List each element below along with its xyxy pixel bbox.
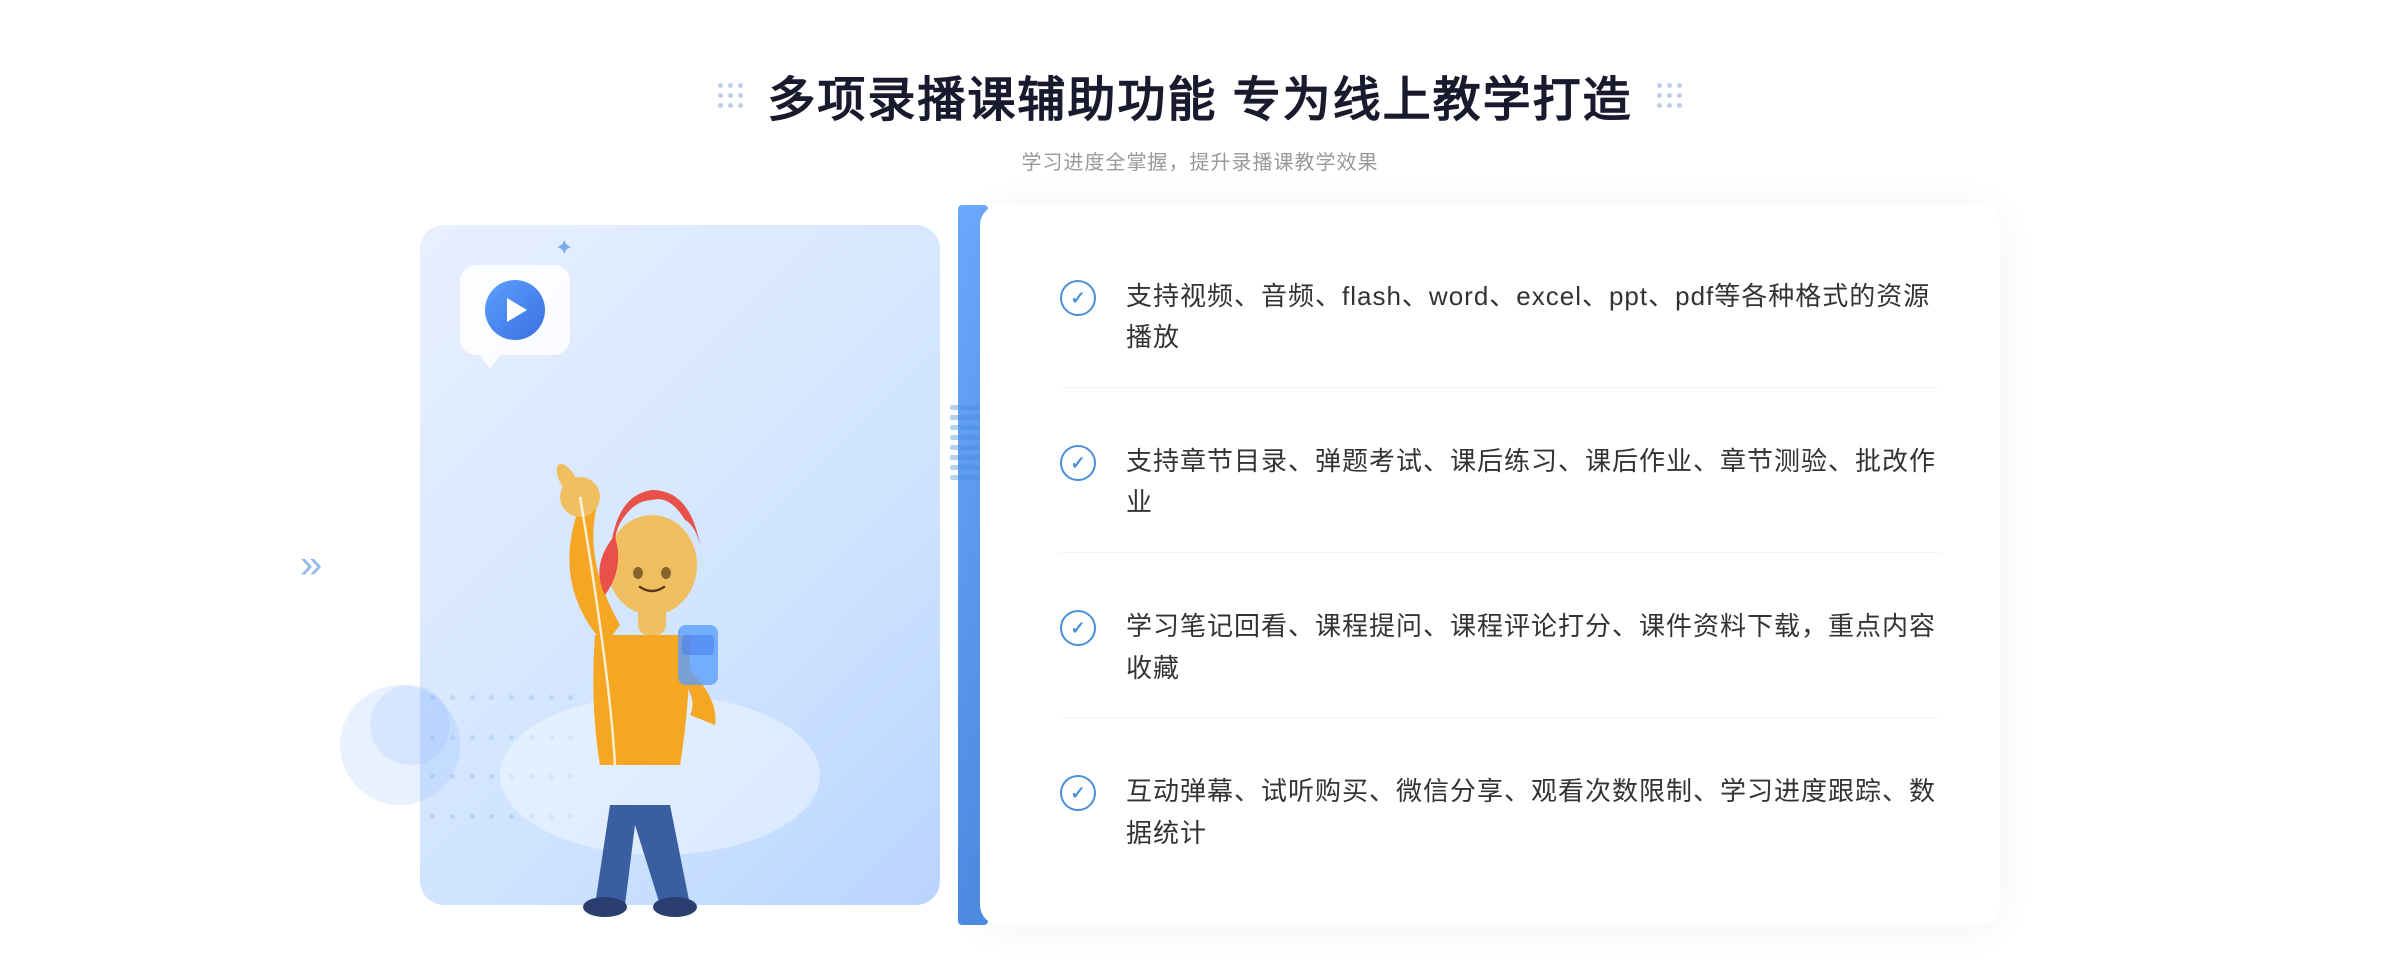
check-icon-2: ✓ xyxy=(1060,445,1096,481)
dot xyxy=(1677,83,1682,88)
dot xyxy=(718,93,723,98)
dot xyxy=(728,93,733,98)
feature-text-3: 学习笔记回看、课程提问、课程评论打分、课件资料下载，重点内容收藏 xyxy=(1126,606,1940,689)
dot xyxy=(718,83,723,88)
dot xyxy=(1667,93,1672,98)
person-illustration xyxy=(450,325,870,925)
checkmark: ✓ xyxy=(1070,784,1085,802)
checkmark: ✓ xyxy=(1070,619,1085,637)
check-icon-1: ✓ xyxy=(1060,280,1096,316)
stripe xyxy=(950,455,980,460)
feature-text-1: 支持视频、音频、flash、word、excel、ppt、pdf等各种格式的资源… xyxy=(1126,276,1940,359)
header-section: 多项录播课辅助功能 专为线上教学打造 xyxy=(0,0,2400,205)
feature-item: ✓ 学习笔记回看、课程提问、课程评论打分、课件资料下载，重点内容收藏 xyxy=(1060,578,1940,718)
right-dots-decoration xyxy=(1657,83,1682,108)
decorative-circle-small xyxy=(370,685,450,765)
dot xyxy=(738,93,743,98)
dot xyxy=(1657,83,1662,88)
dot xyxy=(738,83,743,88)
sparkle-decoration: ✦ xyxy=(555,235,573,261)
dot xyxy=(1667,83,1672,88)
header-title-row: 多项录播课辅助功能 专为线上教学打造 xyxy=(0,60,2400,130)
dot xyxy=(1677,103,1682,108)
dot xyxy=(1677,93,1682,98)
feature-item: ✓ 互动弹幕、试听购买、微信分享、观看次数限制、学习进度跟踪、数据统计 xyxy=(1060,743,1940,882)
check-icon-4: ✓ xyxy=(1060,775,1096,811)
dot xyxy=(1657,103,1662,108)
play-triangle-icon xyxy=(507,298,527,322)
dot xyxy=(1667,103,1672,108)
checkmark: ✓ xyxy=(1070,289,1085,307)
feature-text-4: 互动弹幕、试听购买、微信分享、观看次数限制、学习进度跟踪、数据统计 xyxy=(1126,771,1940,854)
dot xyxy=(718,103,723,108)
dot xyxy=(1657,93,1662,98)
left-dots-decoration xyxy=(718,83,743,108)
feature-item: ✓ 支持章节目录、弹题考试、课后练习、课后作业、章节测验、批改作业 xyxy=(1060,413,1940,553)
content-area: ✦ xyxy=(400,205,2000,925)
feature-text-2: 支持章节目录、弹题考试、课后练习、课后作业、章节测验、批改作业 xyxy=(1126,441,1940,524)
page-title: 多项录播课辅助功能 专为线上教学打造 xyxy=(767,60,1632,130)
features-panel: ✓ 支持视频、音频、flash、word、excel、ppt、pdf等各种格式的… xyxy=(980,205,2000,925)
page-subtitle: 学习进度全掌握，提升录播课教学效果 xyxy=(0,146,2400,175)
page-wrapper: 多项录播课辅助功能 专为线上教学打造 xyxy=(0,0,2400,974)
illustration-container: ✦ xyxy=(400,205,980,925)
dot xyxy=(728,103,733,108)
check-icon-3: ✓ xyxy=(1060,610,1096,646)
pattern-dot xyxy=(430,814,435,819)
feature-item: ✓ 支持视频、音频、flash、word、excel、ppt、pdf等各种格式的… xyxy=(1060,248,1940,388)
chevron-left-icon: » xyxy=(300,543,322,588)
dot xyxy=(738,103,743,108)
dot xyxy=(728,83,733,88)
checkmark: ✓ xyxy=(1070,454,1085,472)
